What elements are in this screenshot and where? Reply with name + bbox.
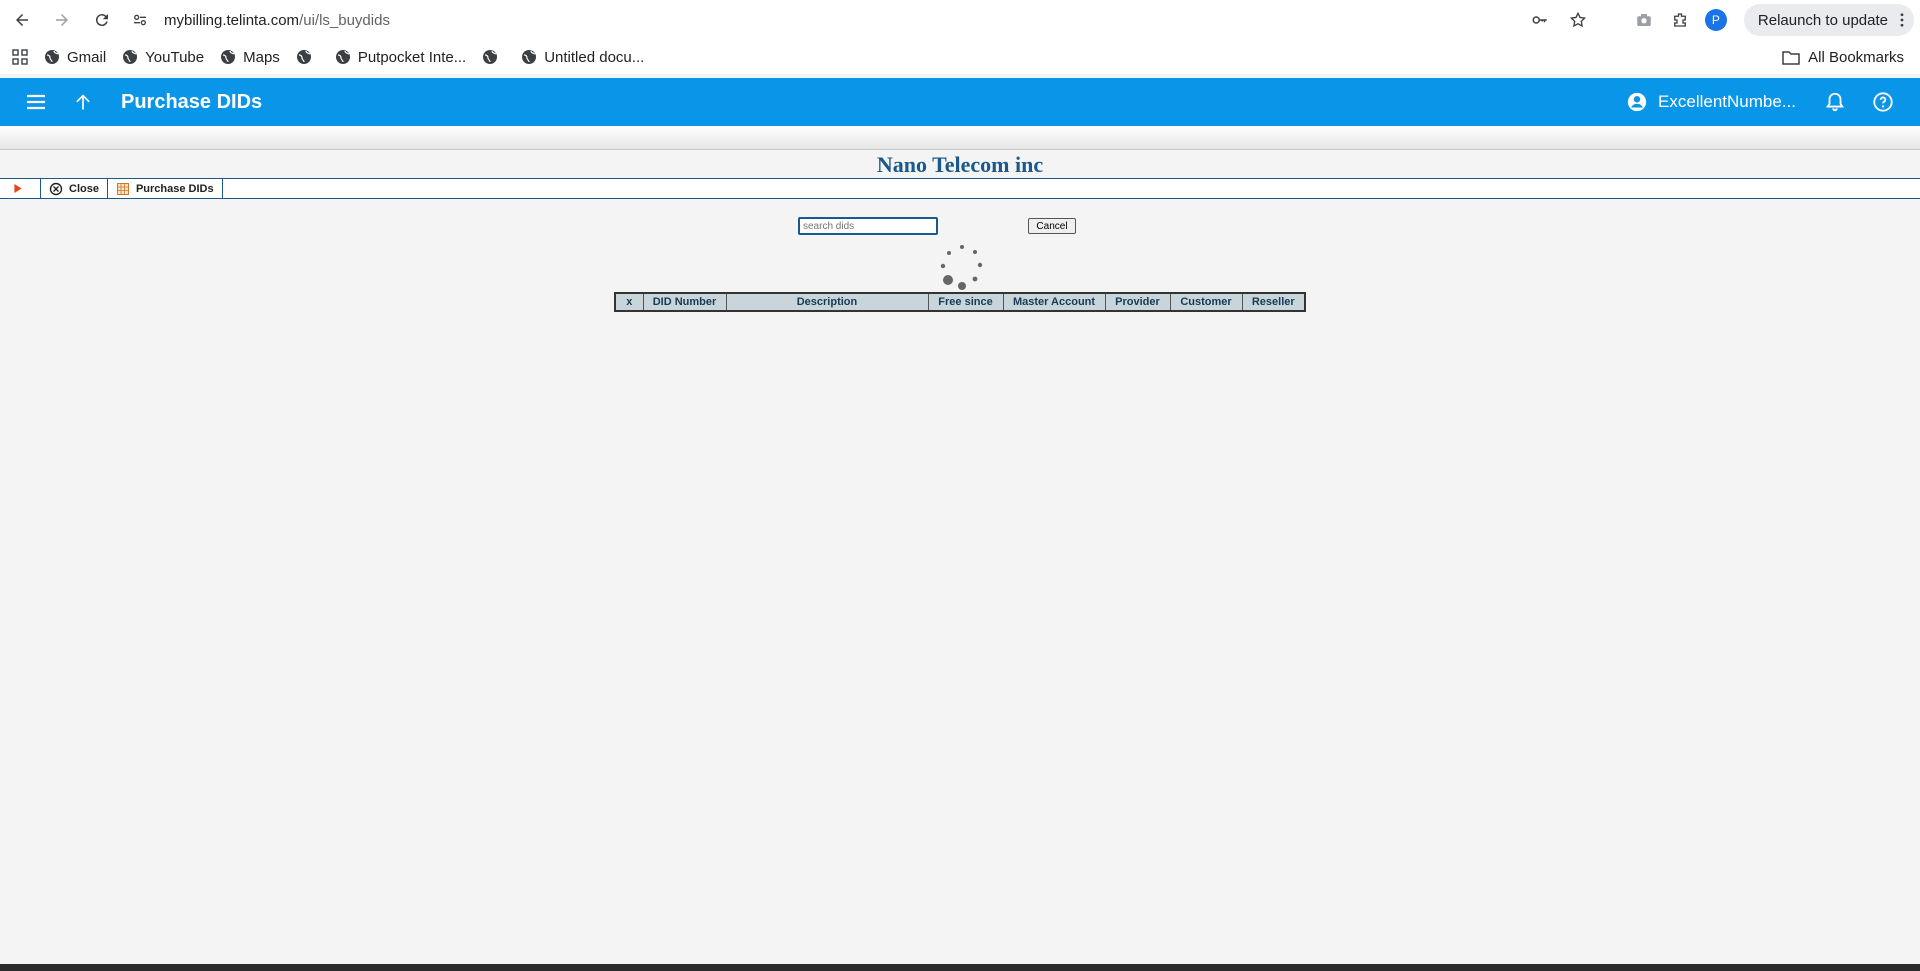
extensions-icon[interactable] xyxy=(1662,4,1698,36)
avatar: P xyxy=(1704,9,1727,31)
folder-icon xyxy=(1782,51,1800,65)
grid-table-icon xyxy=(116,182,129,195)
page-title: Purchase DIDs xyxy=(121,90,263,113)
bookmark-maps[interactable]: Maps xyxy=(220,49,280,66)
menu-icon[interactable] xyxy=(25,94,47,110)
globe-icon xyxy=(335,50,350,64)
omnibox[interactable]: mybilling.telinta.com/ui/ls_buydids xyxy=(122,4,1598,36)
bookmark-youtube[interactable]: YouTube xyxy=(122,49,204,66)
bookmark-gmail[interactable]: Gmail xyxy=(44,49,106,66)
close-circle-icon xyxy=(49,182,63,195)
search-dids-input[interactable] xyxy=(798,217,938,235)
profile-button[interactable]: P xyxy=(1698,4,1734,36)
loading-spinner-icon xyxy=(940,245,983,290)
col-provider[interactable]: Provider xyxy=(1104,292,1171,312)
col-master-account[interactable]: Master Account xyxy=(1002,292,1106,312)
more-vert-icon xyxy=(1900,13,1904,27)
company-name: Nano Telecom inc xyxy=(876,152,1044,177)
cancel-button[interactable]: Cancel xyxy=(1028,218,1076,234)
bell-icon[interactable] xyxy=(1824,91,1846,113)
back-button[interactable] xyxy=(4,2,40,38)
site-info-icon[interactable] xyxy=(130,10,150,30)
bookmark-unnamed-1[interactable] xyxy=(296,49,319,65)
table-header-row: x DID Number Description Free since Mast… xyxy=(614,292,1306,312)
col-did-number[interactable]: DID Number xyxy=(642,292,727,312)
arrow-up-icon[interactable] xyxy=(73,92,93,112)
all-bookmarks-button[interactable]: All Bookmarks xyxy=(1782,49,1904,66)
help-icon[interactable] xyxy=(1872,91,1894,113)
bookmarks-bar: Gmail YouTube Maps Putpocket Inte... Unt… xyxy=(0,40,1920,74)
os-taskbar xyxy=(0,964,1920,971)
bookmark-untitled-doc[interactable]: Untitled docu... xyxy=(521,49,644,66)
reload-icon xyxy=(95,14,108,27)
camera-icon[interactable] xyxy=(1626,4,1662,36)
col-reseller[interactable]: Reseller xyxy=(1241,292,1306,312)
play-icon xyxy=(14,184,22,193)
col-customer[interactable]: Customer xyxy=(1169,292,1243,312)
bookmark-unnamed-2[interactable] xyxy=(482,49,505,65)
col-free-since[interactable]: Free since xyxy=(927,292,1004,312)
browser-toolbar: mybilling.telinta.com/ui/ls_buydids P Re… xyxy=(0,0,1920,40)
url-text[interactable]: mybilling.telinta.com/ui/ls_buydids xyxy=(164,12,390,29)
relaunch-button[interactable]: Relaunch to update xyxy=(1743,4,1914,36)
arrow-right-icon xyxy=(56,14,68,26)
reload-button[interactable] xyxy=(84,2,120,38)
star-icon[interactable] xyxy=(1568,10,1588,30)
close-button[interactable]: Close xyxy=(41,179,108,198)
globe-icon xyxy=(296,50,311,64)
app-header: Purchase DIDs ExcellentNumbe... xyxy=(0,78,1920,126)
user-name[interactable]: ExcellentNumbe... xyxy=(1658,92,1796,112)
forward-button[interactable] xyxy=(44,2,80,38)
account-circle-icon[interactable] xyxy=(1626,91,1648,113)
expand-button[interactable] xyxy=(0,179,41,198)
action-toolbar: Close Purchase DIDs xyxy=(0,178,1920,199)
globe-icon xyxy=(483,50,498,64)
bookmark-putpocket[interactable]: Putpocket Inte... xyxy=(335,49,466,66)
col-select[interactable]: x xyxy=(614,292,644,312)
globe-icon xyxy=(522,50,537,64)
arrow-left-icon xyxy=(16,14,28,26)
purchase-dids-button[interactable]: Purchase DIDs xyxy=(108,179,223,198)
col-description[interactable]: Description xyxy=(725,292,929,312)
apps-grid-icon[interactable] xyxy=(12,49,28,65)
dids-table: x DID Number Description Free since Mast… xyxy=(614,292,1306,312)
globe-icon xyxy=(123,50,138,64)
header-shadow xyxy=(0,126,1920,150)
globe-icon xyxy=(45,50,59,64)
globe-icon xyxy=(221,50,236,64)
key-icon[interactable] xyxy=(1530,10,1550,30)
